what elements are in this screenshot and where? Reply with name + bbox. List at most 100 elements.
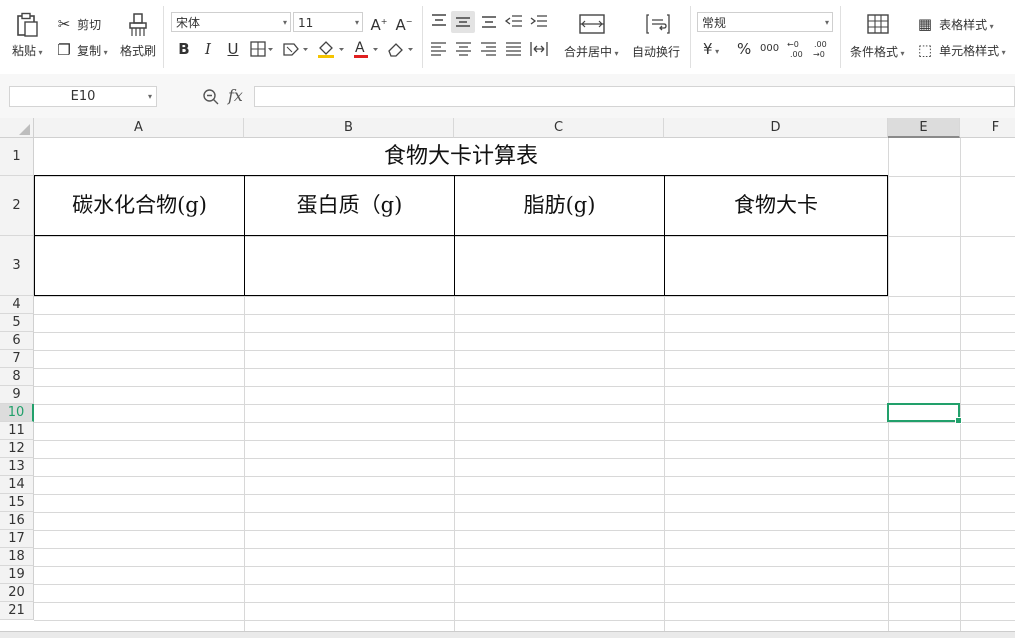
row-header-9[interactable]: 9 xyxy=(0,386,34,404)
align-bottom-icon[interactable] xyxy=(479,13,499,33)
column-header-b[interactable]: B xyxy=(244,118,454,138)
row-header-10[interactable]: 10 xyxy=(0,404,34,422)
table-style-icon: ▦ xyxy=(917,15,933,33)
row-header-5[interactable]: 5 xyxy=(0,314,34,332)
decrease-font-icon[interactable]: A− xyxy=(395,13,413,34)
format-painter-button[interactable]: 格式刷 xyxy=(120,42,156,59)
number-format-select[interactable]: 常规 ▾ xyxy=(697,12,833,32)
row-header-1[interactable]: 1 xyxy=(0,138,34,176)
header-cell-carbs[interactable]: 碳水化合物(g) xyxy=(34,175,245,236)
chevron-down-icon: ▾ xyxy=(147,92,152,101)
name-box[interactable]: E10 ▾ xyxy=(9,86,157,107)
copy-button[interactable]: ❐ 复制 ▾ xyxy=(56,40,107,59)
row-header-19[interactable]: 19 xyxy=(0,566,34,584)
fill-color-icon[interactable] xyxy=(316,40,346,62)
row-header-2[interactable]: 2 xyxy=(0,176,34,236)
thousands-separator-icon[interactable]: 000 xyxy=(760,40,779,58)
row-header-6[interactable]: 6 xyxy=(0,332,34,350)
row-header-11[interactable]: 11 xyxy=(0,422,34,440)
column-header-f[interactable]: F xyxy=(960,118,1015,138)
column-header-a[interactable]: A xyxy=(34,118,244,138)
align-top-icon[interactable] xyxy=(429,13,449,33)
sheet-title: 食物大卡计算表 xyxy=(383,144,538,169)
ribbon-divider xyxy=(163,6,164,68)
row-header-18[interactable]: 18 xyxy=(0,548,34,566)
underline-icon[interactable]: U xyxy=(224,40,242,58)
paste-icon[interactable] xyxy=(14,12,40,38)
header-cell-protein[interactable]: 蛋白质（g) xyxy=(244,175,455,236)
align-right-icon[interactable] xyxy=(479,41,499,61)
svg-text:←0: ←0 xyxy=(787,40,799,49)
cell-style-label: 单元格样式 xyxy=(939,44,1000,58)
chevron-down-icon: ▾ xyxy=(824,18,829,27)
row-header-8[interactable]: 8 xyxy=(0,368,34,386)
cell-style-button[interactable]: ⬚ 单元格样式 ▾ xyxy=(916,40,1006,59)
font-color-icon[interactable]: A xyxy=(352,40,380,62)
fx-button[interactable]: fx xyxy=(228,86,243,105)
fill-pattern-icon[interactable] xyxy=(282,41,310,61)
fill-handle[interactable] xyxy=(955,417,962,424)
row-header-15[interactable]: 15 xyxy=(0,494,34,512)
percent-icon[interactable]: % xyxy=(737,40,751,58)
font-name-select[interactable]: 宋体 ▾ xyxy=(171,12,291,32)
border-icon[interactable] xyxy=(250,41,274,61)
row-header-7[interactable]: 7 xyxy=(0,350,34,368)
wrap-text-button[interactable]: 自动换行 xyxy=(632,43,680,60)
formula-input[interactable] xyxy=(254,86,1015,107)
row-header-13[interactable]: 13 xyxy=(0,458,34,476)
table-style-label: 表格样式 xyxy=(939,18,988,32)
data-cell-protein[interactable] xyxy=(244,235,455,296)
header-cell-fat[interactable]: 脂肪(g) xyxy=(454,175,665,236)
increase-font-icon[interactable]: A+ xyxy=(370,13,388,34)
eraser-icon[interactable] xyxy=(386,40,416,62)
row-header-14[interactable]: 14 xyxy=(0,476,34,494)
merge-center-button[interactable]: 合并居中 ▾ xyxy=(564,43,619,60)
bold-icon[interactable]: B xyxy=(176,40,192,58)
column-header-e[interactable]: E xyxy=(888,118,960,138)
format-painter-icon[interactable] xyxy=(127,12,149,38)
paste-button[interactable]: 粘贴 ▾ xyxy=(12,42,43,59)
increase-decimal-icon[interactable]: ←0.00 xyxy=(786,39,806,63)
conditional-format-label: 条件格式 xyxy=(850,45,899,59)
chevron-down-icon: ▾ xyxy=(282,18,287,27)
decrease-decimal-icon[interactable]: .00 →0 xyxy=(812,39,832,63)
data-cell-carbs[interactable] xyxy=(34,235,245,296)
zoom-icon[interactable] xyxy=(202,88,220,106)
row-header-21[interactable]: 21 xyxy=(0,602,34,620)
align-middle-icon[interactable] xyxy=(451,11,475,33)
decrease-indent-icon[interactable] xyxy=(504,13,524,33)
row-header-17[interactable]: 17 xyxy=(0,530,34,548)
ribbon-divider xyxy=(422,6,423,68)
table-style-button[interactable]: ▦ 表格样式 ▾ xyxy=(916,14,994,33)
spreadsheet-grid[interactable]: A B C D E F 1 2 3 4 5 6 7 8 9 10 11 12 1… xyxy=(0,118,1015,631)
wrap-text-icon[interactable] xyxy=(645,13,671,39)
merge-center-label: 合并居中 xyxy=(564,45,613,59)
title-cell[interactable]: 食物大卡计算表 xyxy=(34,138,888,176)
cut-button[interactable]: ✂ 剪切 xyxy=(56,14,101,33)
align-center-icon[interactable] xyxy=(454,41,474,61)
distribute-icon[interactable] xyxy=(529,41,549,61)
conditional-format-icon[interactable] xyxy=(866,13,890,39)
increase-indent-icon[interactable] xyxy=(529,13,549,33)
align-left-icon[interactable] xyxy=(429,41,449,61)
data-cell-calories[interactable] xyxy=(664,235,888,296)
column-header-c[interactable]: C xyxy=(454,118,664,138)
row-header-12[interactable]: 12 xyxy=(0,440,34,458)
font-size-select[interactable]: 11 ▾ xyxy=(293,12,363,32)
italic-icon[interactable]: I xyxy=(200,40,216,58)
merge-center-icon[interactable] xyxy=(578,13,606,39)
row-header-20[interactable]: 20 xyxy=(0,584,34,602)
row-header-4[interactable]: 4 xyxy=(0,296,34,314)
svg-text:→0: →0 xyxy=(813,50,825,59)
header-cell-calories[interactable]: 食物大卡 xyxy=(664,175,888,236)
conditional-format-button[interactable]: 条件格式 ▾ xyxy=(850,43,905,60)
justify-icon[interactable] xyxy=(504,41,524,61)
column-header-d[interactable]: D xyxy=(664,118,888,138)
copy-label: 复制 xyxy=(77,44,102,58)
select-all-corner[interactable] xyxy=(0,118,34,138)
row-header-3[interactable]: 3 xyxy=(0,236,34,296)
row-header-16[interactable]: 16 xyxy=(0,512,34,530)
currency-button[interactable]: ¥ ▾ xyxy=(703,40,719,61)
data-cell-fat[interactable] xyxy=(454,235,665,296)
selected-cell[interactable] xyxy=(887,403,962,424)
